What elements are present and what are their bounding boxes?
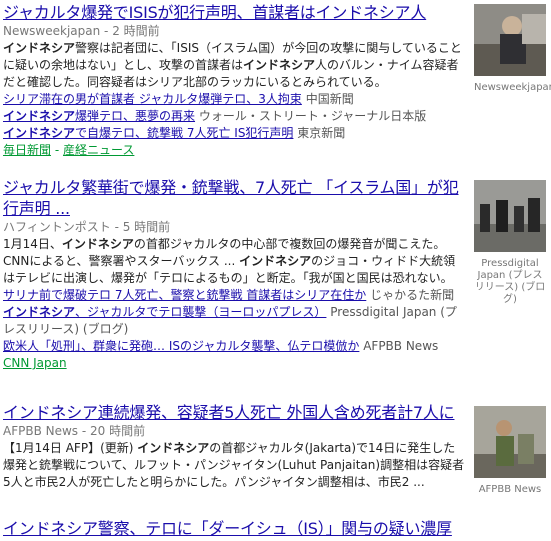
story-snippet: 【1月14日 AFP】(更新) インドネシアの首都ジャカルタ(Jakarta)で… <box>3 441 465 489</box>
story-text: ジャカルタ爆発でISISが犯行声明、首謀者はインドネシア人 Newsweekja… <box>3 2 465 159</box>
related-source: ウォール・ストリート・ジャーナル日本版 <box>198 109 427 123</box>
related-source: 中国新聞 <box>305 92 354 106</box>
related-link-row: シリア滞在の男が首謀者 ジャカルタ爆弾テロ、3人拘束 中国新聞 <box>3 91 465 108</box>
related-link[interactable]: 欧米人「処刑」、群衆に発砲… ISのジャカルタ襲撃、仏テロ模倣か <box>3 339 359 353</box>
story-meta: AFPBB News - 20 時間前 <box>3 424 146 438</box>
related-link-row: インドネシア、ジャカルタでテロ襲撃（ヨーロッパプレス） Pressdigital… <box>3 304 465 338</box>
story-headline[interactable]: インドネシア連続爆発、容疑者5人死亡 外国人含め死者計7人に <box>3 402 465 423</box>
more-source-link[interactable]: CNN Japan <box>3 356 67 370</box>
related-source: AFPBB News <box>363 339 439 353</box>
related-link[interactable]: インドネシアで自爆テロ、銃撃戦 7人死亡 IS犯行声明 <box>3 126 293 140</box>
story-headline[interactable]: ジャカルタ爆発でISISが犯行声明、首謀者はインドネシア人 <box>3 2 465 23</box>
thumbnail-image[interactable] <box>474 406 546 478</box>
more-source-link[interactable]: 産経ニュース <box>63 143 134 157</box>
thumbnail-caption: Pressdigital Japan (プレスリリース) (ブログ) <box>474 258 546 305</box>
more-source-link[interactable]: 毎日新聞 <box>3 143 51 157</box>
story-text: インドネシア連続爆発、容疑者5人死亡 外国人含め死者計7人に AFPBB New… <box>3 402 465 491</box>
story-source: Newsweekjapan <box>3 24 101 38</box>
related-link[interactable]: インドネシア爆弾テロ、悪夢の再来 <box>3 109 195 123</box>
story-snippet: インドネシア警察は記者団に、「ISIS（イスラム国）が今回の攻撃に関与しているこ… <box>3 41 462 89</box>
related-link-row: インドネシア爆弾テロ、悪夢の再来 ウォール・ストリート・ジャーナル日本版 <box>3 108 465 125</box>
story-thumbnail[interactable]: AFPBB News <box>474 406 546 496</box>
story-headline[interactable]: ジャカルタ繁華街で爆発・銃撃戦、7人死亡 「イスラム国」が犯行声明 ... <box>3 177 465 219</box>
story-time: 2 時間前 <box>112 24 160 38</box>
related-link-row: インドネシアで自爆テロ、銃撃戦 7人死亡 IS犯行声明 東京新聞 <box>3 125 465 142</box>
story-snippet: 1月14日、インドネシアの首都ジャカルタの中心部で複数回の爆発音が聞こえた。CN… <box>3 237 456 285</box>
story-source: AFPBB News <box>3 424 79 438</box>
thumbnail-caption: AFPBB News <box>478 484 542 495</box>
more-sources: 毎日新聞 - 産経ニュース <box>3 143 135 157</box>
thumbnail-image[interactable] <box>474 4 546 76</box>
more-sources: CNN Japan <box>3 355 465 372</box>
story-time: 20 時間前 <box>90 424 146 438</box>
related-link[interactable]: インドネシア、ジャカルタでテロ襲撃（ヨーロッパプレス） <box>3 305 326 319</box>
thumbnail-caption: Newsweekjapan <box>474 82 551 93</box>
story-time: 5 時間前 <box>122 220 171 234</box>
related-source: じゃかるた新聞 <box>370 288 455 302</box>
related-source: 東京新聞 <box>297 126 346 140</box>
story-text: ジャカルタ繁華街で爆発・銃撃戦、7人死亡 「イスラム国」が犯行声明 ... ハフ… <box>3 177 465 372</box>
related-link[interactable]: サリナ前で爆破テロ 7人死亡、警察と銃撃戦 首謀者はシリア在住か <box>3 288 366 302</box>
related-link-row: サリナ前で爆破テロ 7人死亡、警察と銃撃戦 首謀者はシリア在住か じゃかるた新聞 <box>3 287 465 304</box>
story-thumbnail[interactable]: Newsweekjapan <box>474 4 551 94</box>
related-link[interactable]: シリア滞在の男が首謀者 ジャカルタ爆弾テロ、3人拘束 <box>3 92 302 106</box>
thumbnail-image[interactable] <box>474 180 546 252</box>
related-link-row: 欧米人「処刑」、群衆に発砲… ISのジャカルタ襲撃、仏テロ模倣か AFPBB N… <box>3 338 465 355</box>
story-meta: ハフィントンポスト - 5 時間前 <box>3 220 171 234</box>
story-thumbnail[interactable]: Pressdigital Japan (プレスリリース) (ブログ) <box>474 180 546 306</box>
story-text: インドネシア警察、テロに「ダーイシュ（IS）」関与の疑い濃厚 <box>3 518 465 539</box>
story-headline[interactable]: インドネシア警察、テロに「ダーイシュ（IS）」関与の疑い濃厚 <box>3 518 465 539</box>
story-source: ハフィントンポスト <box>3 220 111 234</box>
story-meta: Newsweekjapan - 2 時間前 <box>3 24 160 38</box>
